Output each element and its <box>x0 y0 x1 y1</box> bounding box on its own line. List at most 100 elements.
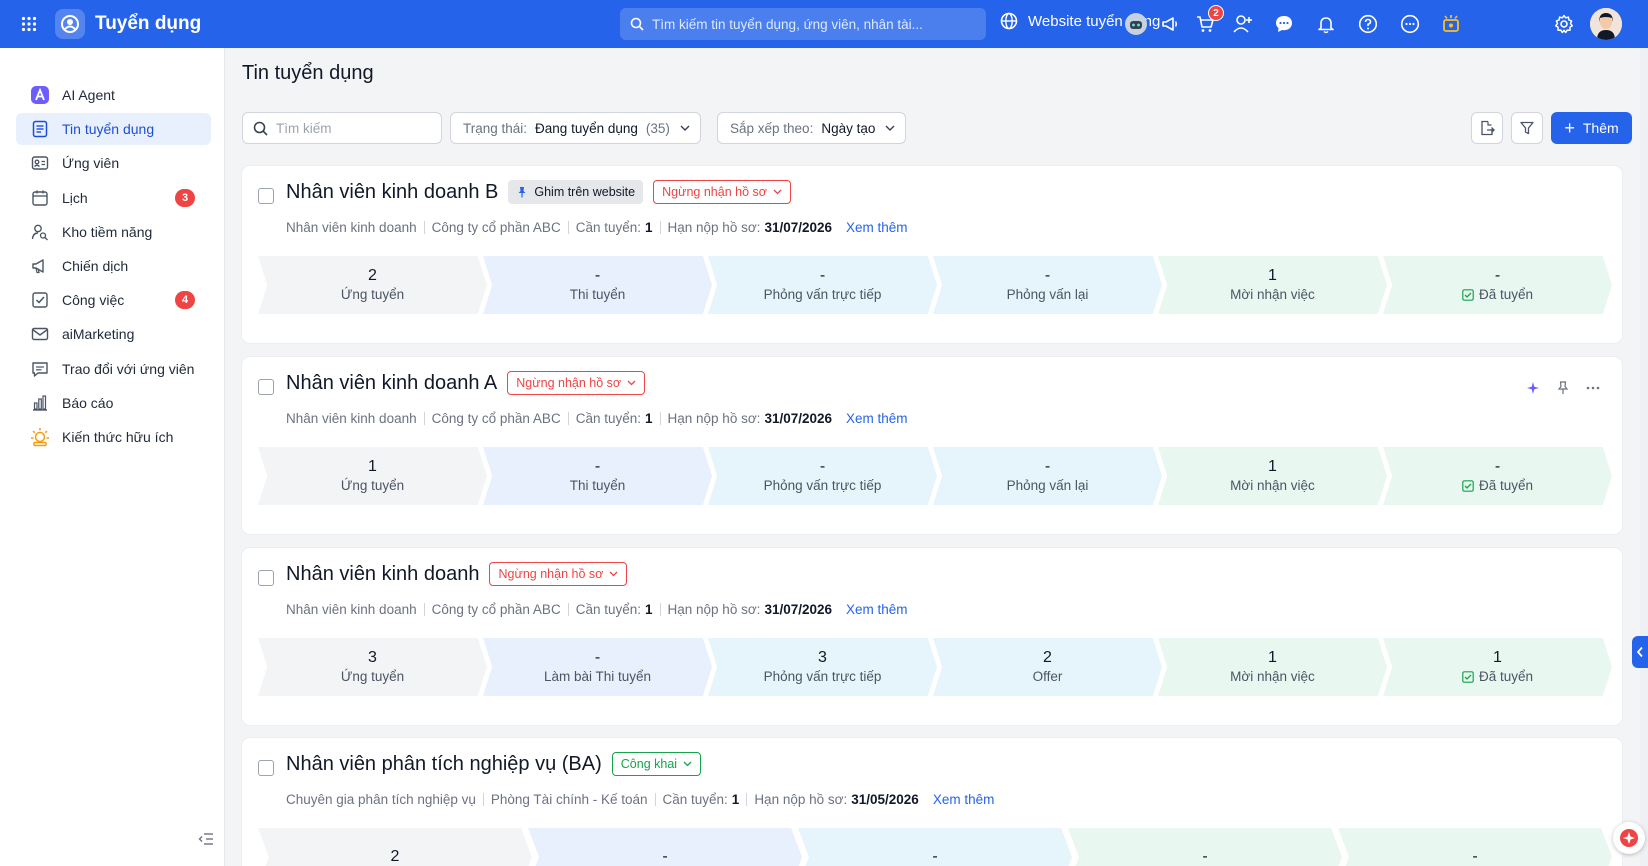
more-circle-icon[interactable] <box>1397 11 1423 37</box>
sidebar-item-tin-tuyen-dung[interactable]: Tin tuyển dụng <box>16 113 211 145</box>
pipeline-stage[interactable]: - <box>798 828 1072 866</box>
see-more-link[interactable]: Xem thêm <box>933 792 995 807</box>
divider <box>423 412 425 425</box>
cart-badge: 2 <box>1208 5 1224 21</box>
see-more-link[interactable]: Xem thêm <box>846 411 908 426</box>
gear-icon[interactable] <box>1551 11 1577 37</box>
user-avatar[interactable] <box>1590 8 1622 40</box>
status-tag[interactable]: Ngừng nhận hồ sơ <box>507 371 646 395</box>
job-meta: Nhân viên kinh doanh Công ty cổ phần ABC C… <box>286 220 908 235</box>
pipeline-stage[interactable]: 1 Đã tuyển <box>1383 638 1612 696</box>
sidebar-item-bao-cao[interactable]: Báo cáo <box>16 387 211 419</box>
pipeline-stage[interactable]: - Đã tuyển <box>1383 447 1612 505</box>
collapse-sidebar-icon[interactable] <box>190 823 222 855</box>
stage-count: - <box>1044 267 1051 284</box>
pipeline-stage[interactable]: 2 Offer <box>933 638 1162 696</box>
pipeline-stage[interactable]: 1 Mời nhận việc <box>1158 638 1387 696</box>
pipeline-stage[interactable]: - Phỏng vấn lại <box>933 447 1162 505</box>
chat-icon[interactable] <box>1271 11 1297 37</box>
expand-panel-button[interactable] <box>1632 636 1648 668</box>
megaphone-icon[interactable] <box>1157 11 1183 37</box>
bell-icon[interactable] <box>1313 11 1339 37</box>
pipeline-stage[interactable]: 3 Ứng tuyển <box>258 638 487 696</box>
job-checkbox[interactable] <box>258 760 274 776</box>
job-title[interactable]: Nhân viên kinh doanh B <box>286 181 498 204</box>
filter-button[interactable] <box>1511 112 1543 144</box>
job-checkbox[interactable] <box>258 570 274 586</box>
status-tag[interactable]: Ngừng nhận hồ sơ <box>489 562 628 586</box>
app-logo-icon <box>55 9 85 39</box>
pipeline-stage[interactable]: - Phỏng vấn trực tiếp <box>708 256 937 314</box>
global-search-input[interactable]: Tìm kiếm tin tuyển dụng, ứng viên, nhân … <box>620 8 986 40</box>
pipeline-stage[interactable]: 1 Mời nhận việc <box>1158 256 1387 314</box>
global-search-placeholder: Tìm kiếm tin tuyển dụng, ứng viên, nhân … <box>652 16 923 32</box>
job-title[interactable]: Nhân viên kinh doanh A <box>286 372 497 395</box>
pipeline-stage[interactable]: - Thi tuyển <box>483 447 712 505</box>
stage-count: - <box>1202 848 1208 865</box>
status-filter-dropdown[interactable]: Trạng thái: Đang tuyển dụng (35) <box>450 112 701 144</box>
export-button[interactable] <box>1471 112 1503 144</box>
app-grid-icon[interactable] <box>15 10 43 38</box>
ai-sparkle-icon[interactable] <box>1518 377 1548 399</box>
megaphone-icon <box>30 256 50 276</box>
sidebar-item-label: aiMarketing <box>62 326 135 342</box>
bot-avatar-icon[interactable] <box>1123 11 1149 37</box>
pipeline-stage[interactable]: - Đã tuyển <box>1383 256 1612 314</box>
sidebar-item-trao-doi[interactable]: Trao đổi với ứng viên <box>16 353 211 385</box>
sidebar-item-ung-vien[interactable]: Ứng viên <box>16 147 211 179</box>
stage-count: 2 <box>1043 649 1052 666</box>
pipeline-stage[interactable]: 1 Ứng tuyển <box>258 447 487 505</box>
pipeline-stage[interactable]: 3 Phỏng vấn trực tiếp <box>708 638 937 696</box>
job-search-input[interactable]: Tìm kiếm <box>242 112 442 144</box>
need-label: Cần tuyển: <box>662 792 728 807</box>
job-title[interactable]: Nhân viên kinh doanh <box>286 563 479 586</box>
sidebar-item-label: Chiến dịch <box>62 258 129 274</box>
sort-dropdown[interactable]: Sắp xếp theo: Ngày tạo <box>717 112 907 144</box>
job-department: Công ty cổ phần ABC <box>431 411 561 426</box>
support-chat-button[interactable] <box>1613 822 1645 854</box>
job-checkbox[interactable] <box>258 379 274 395</box>
pipeline-stage[interactable]: - <box>1068 828 1342 866</box>
job-checkbox[interactable] <box>258 188 274 204</box>
see-more-link[interactable]: Xem thêm <box>846 220 908 235</box>
job-card[interactable]: Nhân viên kinh doanh Ngừng nhận hồ sơ Nhân… <box>242 548 1622 725</box>
more-icon[interactable] <box>1578 377 1608 399</box>
pipeline-stage[interactable]: 2 Ứng tuyển <box>258 256 487 314</box>
status-tag-label: Ngừng nhận hồ sơ <box>662 185 767 199</box>
pipeline-stage[interactable]: - Làm bài Thi tuyển <box>483 638 712 696</box>
add-user-icon[interactable] <box>1230 11 1256 37</box>
job-title[interactable]: Nhân viên phân tích nghiệp vụ (BA) <box>286 753 602 776</box>
sidebar-item-aimarketing[interactable]: aiMarketing <box>16 318 211 350</box>
job-card[interactable]: Nhân viên kinh doanh A Ngừng nhận hồ sơ Nh… <box>242 357 1622 534</box>
help-icon[interactable] <box>1355 11 1381 37</box>
add-job-button[interactable]: + Thêm <box>1551 112 1632 144</box>
status-tag[interactable]: Ngừng nhận hồ sơ <box>653 180 791 204</box>
pipeline-stage[interactable]: 2 <box>258 828 532 866</box>
sidebar-item-kho-tiem-nang[interactable]: Kho tiềm năng <box>16 216 211 248</box>
job-card[interactable]: Nhân viên kinh doanh B Ghim trên website N… <box>242 166 1622 343</box>
sidebar-item-chien-dich[interactable]: Chiến dịch <box>16 250 211 282</box>
see-more-link[interactable]: Xem thêm <box>846 602 908 617</box>
pin-icon[interactable] <box>1548 377 1578 399</box>
sidebar-item-ai-agent[interactable]: AI Agent <box>16 79 211 111</box>
pipeline-stage[interactable]: - Phỏng vấn trực tiếp <box>708 447 937 505</box>
promotion-icon[interactable] <box>1438 11 1464 37</box>
sidebar-item-kien-thuc[interactable]: Kiến thức hữu ích <box>16 421 211 453</box>
ai-agent-icon <box>30 85 50 105</box>
stage-name-wrap: Thi tuyển <box>570 286 626 304</box>
status-tag[interactable]: Công khai <box>611 752 702 776</box>
task-check-icon <box>30 290 50 310</box>
pipeline-stage[interactable]: 1 Mời nhận việc <box>1158 447 1387 505</box>
pipeline-stage[interactable]: - Thi tuyển <box>483 256 712 314</box>
pipeline-stage[interactable]: - <box>1338 828 1612 866</box>
job-card[interactable]: Nhân viên phân tích nghiệp vụ (BA) Công k… <box>242 738 1622 866</box>
job-search-placeholder: Tìm kiếm <box>276 120 332 136</box>
sidebar-item-cong-viec[interactable]: Công việc 4 <box>16 284 211 316</box>
sidebar-item-lich[interactable]: Lịch 3 <box>16 182 211 214</box>
status-filter-label: Trạng thái: <box>463 120 528 136</box>
stage-count: 1 <box>1268 649 1277 666</box>
cart-icon[interactable]: 2 <box>1192 5 1224 37</box>
scrollbar[interactable] <box>1640 48 1648 866</box>
pipeline-stage[interactable]: - Phỏng vấn lại <box>933 256 1162 314</box>
pipeline-stage[interactable]: - <box>528 828 802 866</box>
